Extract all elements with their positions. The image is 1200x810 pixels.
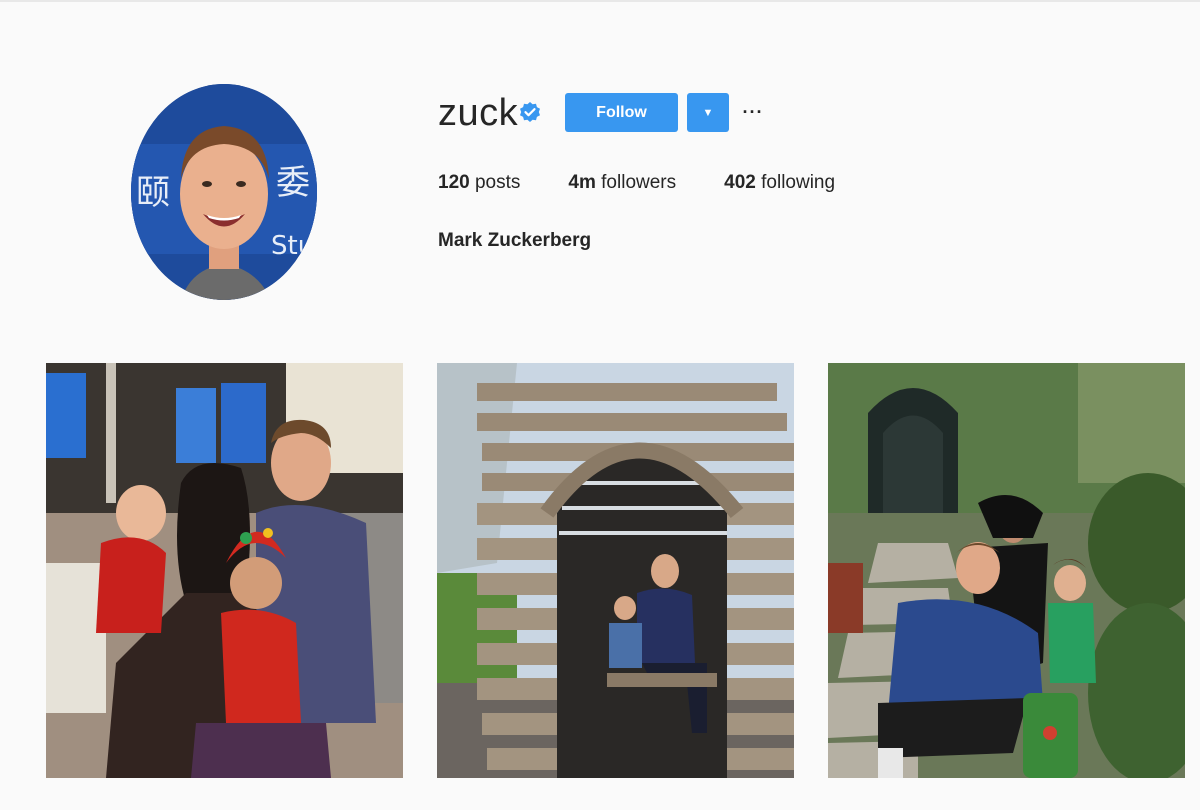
more-options-icon[interactable]: ··· [742,97,764,127]
top-divider [0,0,1200,2]
post-thumbnail[interactable] [46,363,403,778]
username: zuck [438,92,519,134]
followers-label: followers [601,172,677,193]
profile-avatar[interactable]: 颐 委 Stu [131,84,317,300]
post-thumbnail[interactable] [828,363,1185,778]
following-stat[interactable]: 402 following [724,172,835,194]
suggestions-dropdown-button[interactable]: ▼ [687,93,729,132]
posts-count: 120 [438,172,470,193]
full-name: Mark Zuckerberg [438,230,592,251]
following-count: 402 [724,172,756,193]
posts-stat: 120 posts [438,172,520,194]
post-thumbnail[interactable] [437,363,794,778]
svg-text:颐: 颐 [136,173,170,213]
following-label: following [761,172,836,193]
verified-badge-icon [518,101,542,125]
svg-text:Stu: Stu [271,231,314,261]
follow-button[interactable]: Follow [565,93,678,132]
followers-stat[interactable]: 4m followers [568,172,676,194]
chevron-down-icon: ▼ [702,106,714,119]
followers-count: 4m [568,172,596,193]
posts-label: posts [474,172,521,193]
profile-stats: 120 posts 4m followers 402 following [438,172,883,194]
svg-text:委: 委 [276,163,310,203]
